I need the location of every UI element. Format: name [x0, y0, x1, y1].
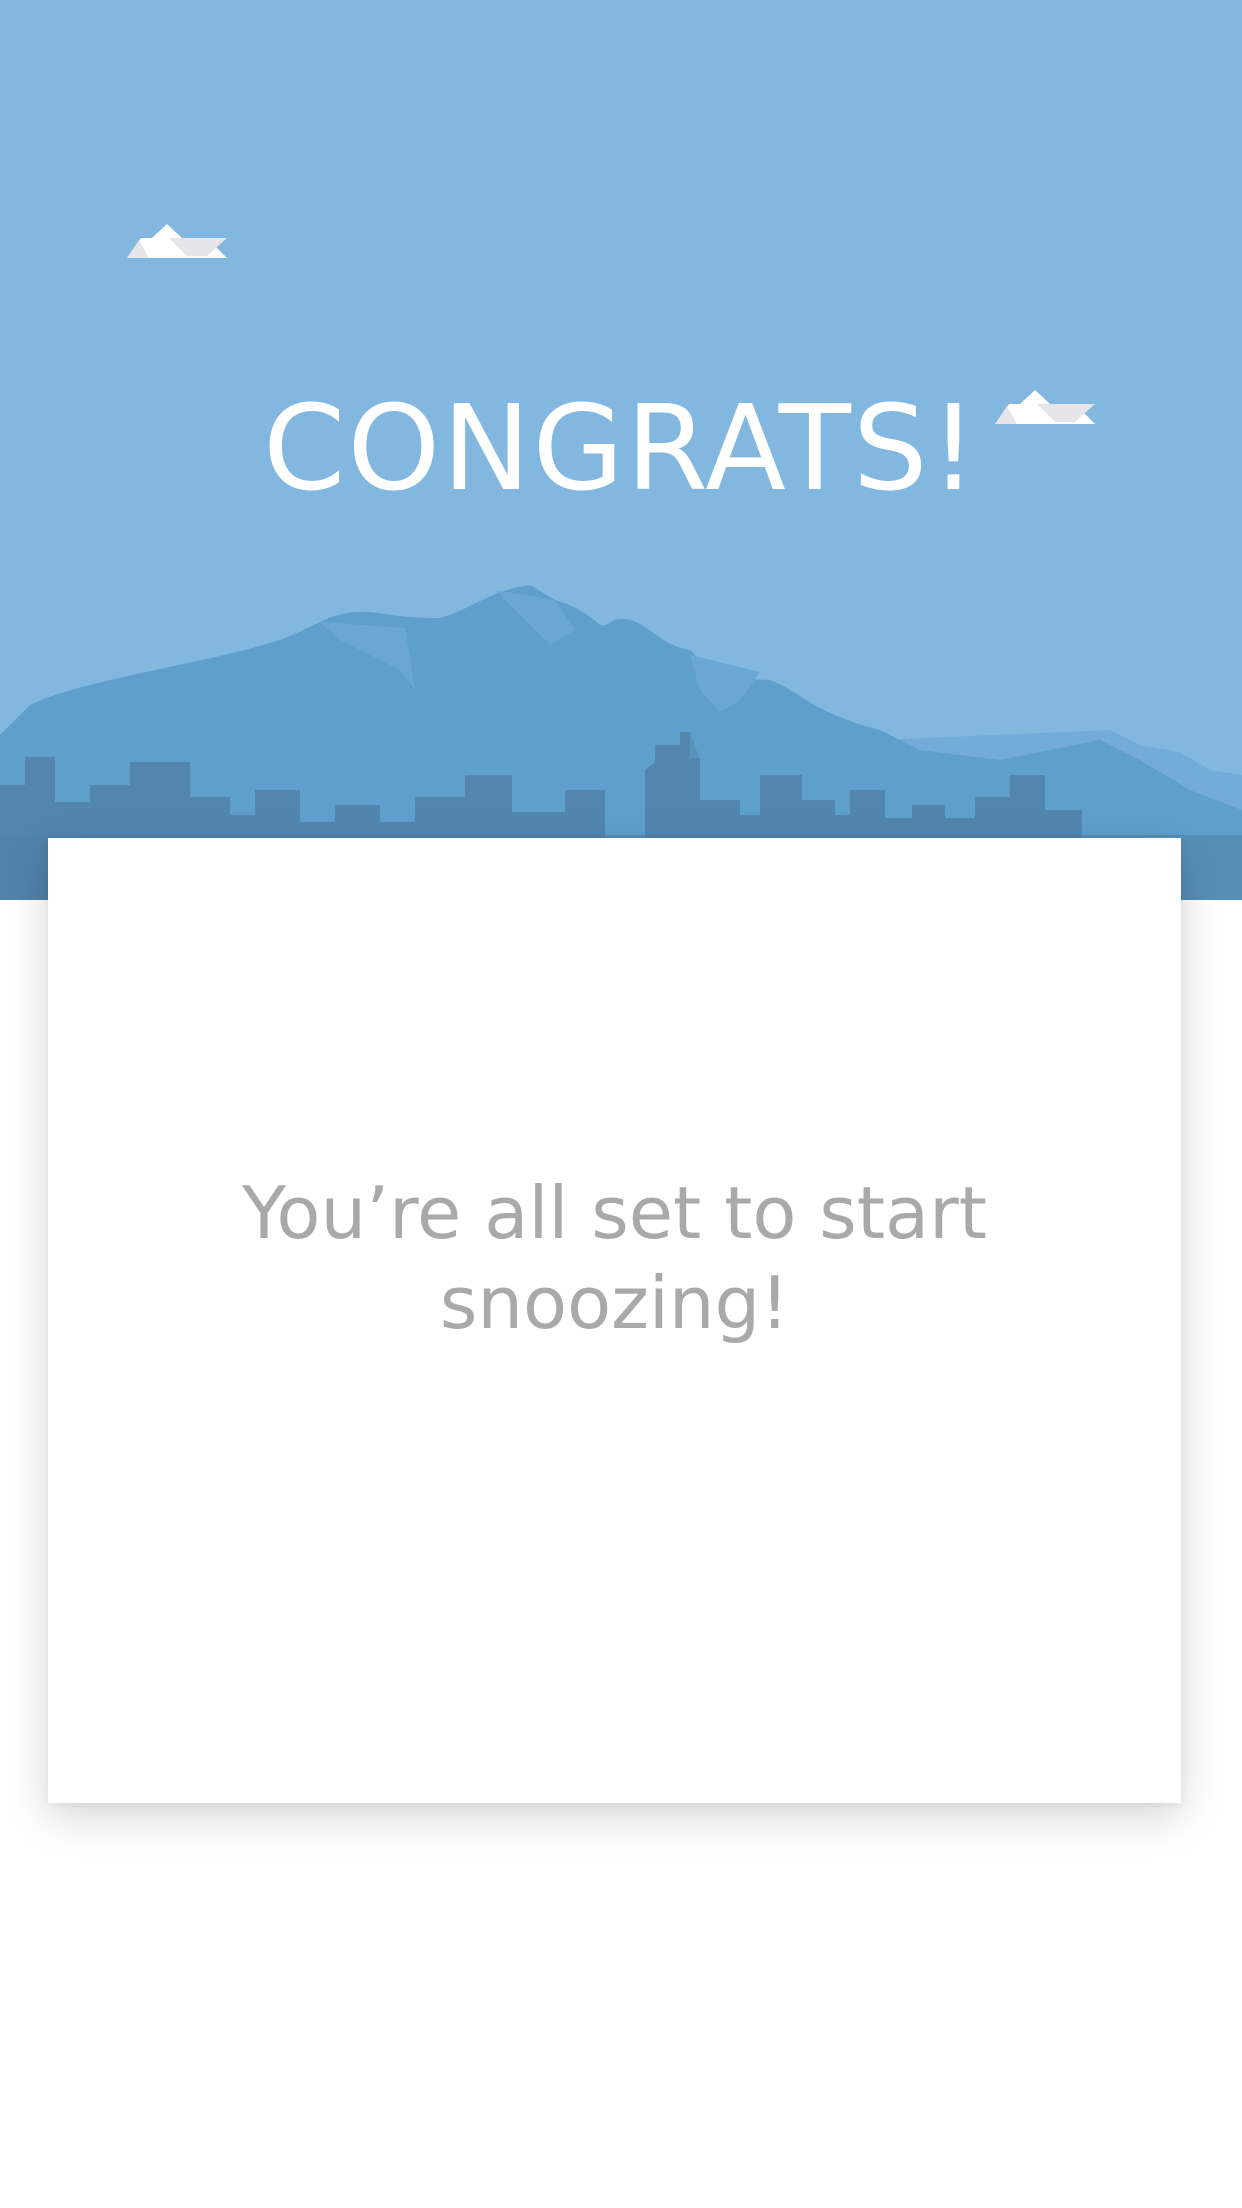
page-title: CONGRATS! — [262, 379, 980, 517]
confirmation-message: You’re all set to start snoozing! — [242, 1171, 987, 1345]
cloud-icon — [127, 224, 227, 258]
hero-banner: CONGRATS! — [0, 0, 1242, 900]
confirmation-card: You’re all set to start snoozing! — [48, 838, 1181, 1803]
